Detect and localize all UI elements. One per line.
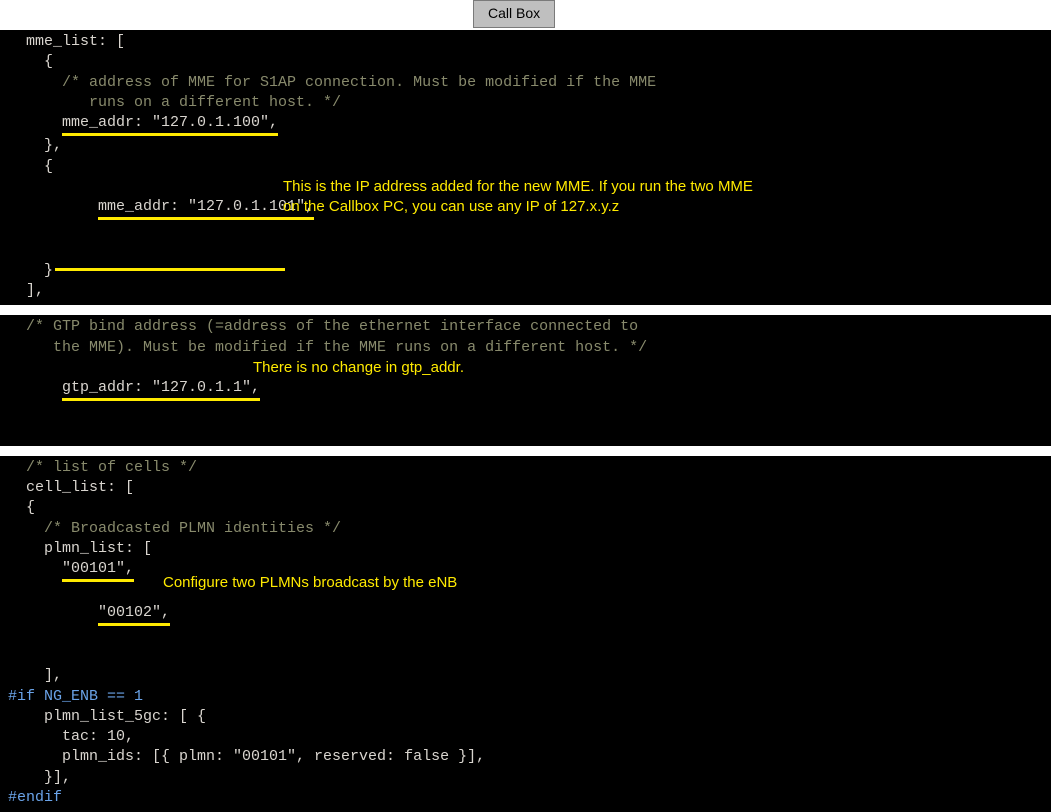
highlight-mme-addr-1: mme_addr: "127.0.1.100", [62, 113, 278, 136]
highlight-plmn-2: "00102", [98, 603, 170, 626]
code-line: cell_list: [ [8, 478, 1043, 498]
top-bar: Call Box [0, 0, 1051, 30]
code-line: { [8, 52, 1043, 72]
code-line: { [8, 498, 1043, 518]
highlight-plmn-1: "00101", [62, 559, 134, 582]
code-block-cell-list: /* list of cells */ cell_list: [ { /* Br… [0, 456, 1051, 812]
code-comment: /* GTP bind address (=address of the eth… [8, 317, 1043, 337]
code-preproc-if: #if NG_ENB == 1 [8, 687, 1043, 707]
annotation-new-mme: This is the IP address added for the new… [283, 177, 883, 218]
code-line: ], [8, 281, 1043, 301]
block-spacer [0, 305, 1051, 315]
block-spacer [0, 446, 1051, 456]
code-comment: /* Broadcasted PLMN identities */ [8, 519, 1043, 539]
code-line: } [8, 261, 1043, 281]
code-line: mme_list: [ [8, 32, 1043, 52]
code-line-mme-addr-2: mme_addr: "127.0.1.101", This is the IP … [8, 177, 1043, 261]
code-line: plmn_list: [ [8, 539, 1043, 559]
code-comment: runs on a different host. */ [8, 93, 1043, 113]
code-line-plmn-2: "00102", Configure two PLMNs broadcast b… [8, 582, 1043, 666]
code-comment: /* list of cells */ [8, 458, 1043, 478]
code-line-mme-addr-1: mme_addr: "127.0.1.100", [8, 113, 1043, 136]
code-line: tac: 10, [8, 727, 1043, 747]
code-block-gtp: /* GTP bind address (=address of the eth… [0, 315, 1051, 446]
callbox-tab[interactable]: Call Box [473, 0, 555, 28]
code-comment: the MME). Must be modified if the MME ru… [8, 338, 1043, 358]
code-line: plmn_ids: [{ plmn: "00101", reserved: fa… [8, 747, 1043, 767]
code-line: }, [8, 136, 1043, 156]
code-line: plmn_list_5gc: [ { [8, 707, 1043, 727]
annotation-gtp-no-change: There is no change in gtp_addr. [253, 358, 464, 378]
code-line: }], [8, 768, 1043, 788]
code-line-gtp-addr: gtp_addr: "127.0.1.1", There is no chang… [8, 358, 1043, 442]
code-line: { [8, 157, 1043, 177]
highlight-gtp-addr: gtp_addr: "127.0.1.1", [62, 378, 260, 401]
code-line: ], [8, 666, 1043, 686]
highlight-mme-addr-2: mme_addr: "127.0.1.101", [98, 197, 314, 220]
code-block-mme-list: mme_list: [ { /* address of MME for S1AP… [0, 30, 1051, 305]
code-preproc-endif: #endif [8, 788, 1043, 808]
code-comment: /* address of MME for S1AP connection. M… [8, 73, 1043, 93]
annotation-plmn-config: Configure two PLMNs broadcast by the eNB [163, 573, 457, 593]
